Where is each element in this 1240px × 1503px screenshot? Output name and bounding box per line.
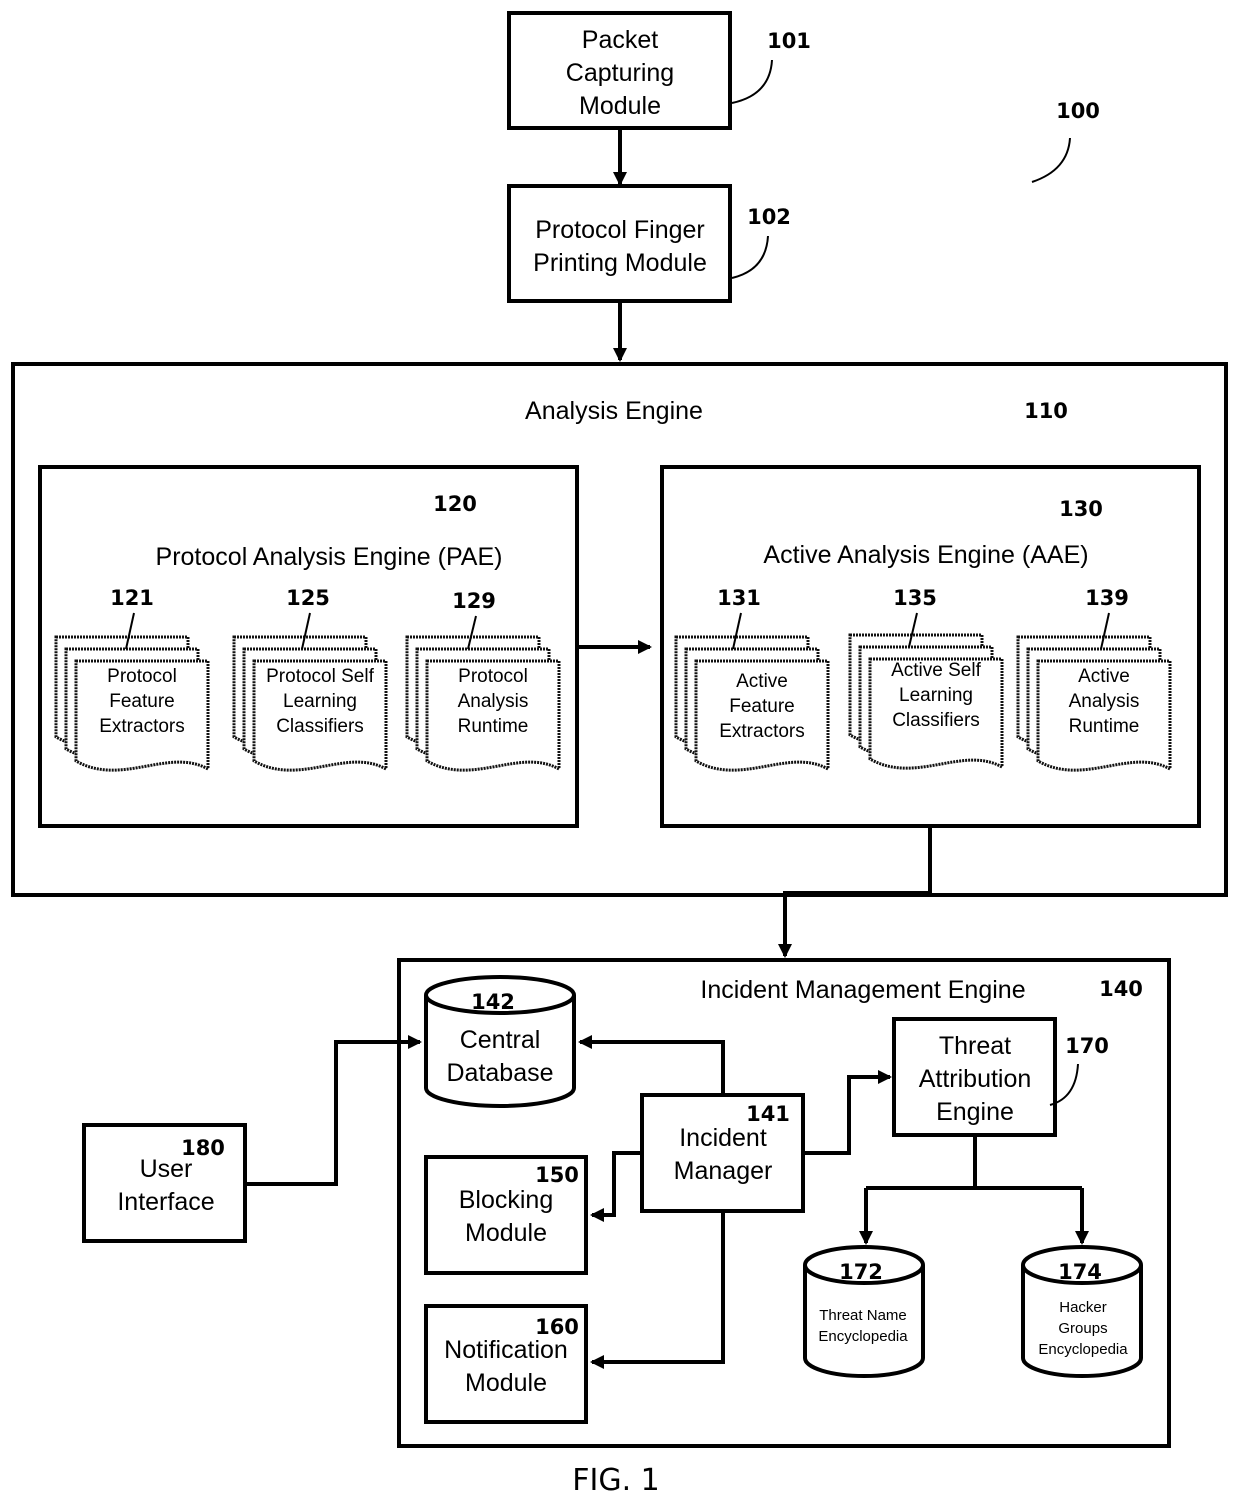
document-label-line: Protocol	[107, 666, 177, 687]
arrow-ui-to-database	[245, 1035, 422, 1186]
fingerprinting-line2: Printing Module	[533, 249, 707, 277]
incident-engine-title: Incident Management Engine	[700, 976, 1025, 1004]
analysis-engine-title: Analysis Engine	[525, 397, 703, 425]
system-reference: 100	[1031, 99, 1100, 183]
hacker-groups-db-line2: Groups	[1058, 1320, 1107, 1337]
document-label-line: Feature	[729, 696, 794, 717]
threat-attribution-engine[interactable]: Threat Attribution Engine	[892, 1017, 1057, 1137]
analysis-engine-ref: 110	[1024, 399, 1068, 423]
incident-manager-line2: Manager	[674, 1157, 773, 1185]
threat-attribution-line3: Engine	[936, 1098, 1014, 1126]
notification-module-line1: Notification	[444, 1336, 568, 1364]
document-ref: 121	[110, 586, 154, 610]
packet-capturing-leader	[731, 59, 773, 104]
hacker-groups-db-line1: Hacker	[1059, 1299, 1107, 1316]
aae-title: Active Analysis Engine (AAE)	[763, 541, 1088, 569]
incident-manager-ref: 141	[746, 1102, 790, 1126]
protocol-fingerprinting-module[interactable]: Protocol Finger Printing Module	[507, 184, 732, 303]
hacker-groups-db-ref: 174	[1058, 1260, 1102, 1284]
packet-capturing-ref: 101	[767, 29, 811, 53]
document-label-line: Classifiers	[276, 716, 364, 737]
pae-ref: 120	[433, 492, 477, 516]
system-diagram: 100 Packet Capturing Module 101 Protocol…	[11, 11, 1228, 1498]
document-ref: 139	[1085, 586, 1129, 610]
packet-capturing-line3: Module	[579, 92, 661, 120]
document-label-line: Protocol Self	[266, 666, 374, 687]
document-label-line: Active	[736, 671, 788, 692]
fingerprinting-ref: 102	[747, 205, 791, 229]
pae-title: Protocol Analysis Engine (PAE)	[156, 543, 503, 571]
document-ref: 135	[893, 586, 937, 610]
system-ref-leader	[1031, 137, 1071, 183]
threat-name-db-ref: 172	[839, 1260, 883, 1284]
threat-name-encyclopedia[interactable]: 172 Threat Name Encyclopedia	[803, 1245, 925, 1378]
threat-attribution-line1: Threat	[939, 1032, 1011, 1060]
document-label-line: Analysis	[458, 691, 529, 712]
central-database-ref: 142	[471, 990, 515, 1014]
hacker-groups-db-line3: Encyclopedia	[1038, 1341, 1128, 1358]
system-ref-label: 100	[1056, 99, 1100, 123]
central-database-line1: Central	[460, 1026, 541, 1054]
document-label-line: Extractors	[99, 716, 185, 737]
fingerprinting-leader	[731, 235, 769, 279]
threat-attribution-ref: 170	[1065, 1034, 1109, 1058]
document-label-line: Runtime	[1069, 716, 1140, 737]
user-interface-line2: Interface	[117, 1188, 214, 1216]
incident-manager-line1: Incident	[679, 1124, 767, 1152]
central-database-line2: Database	[446, 1059, 553, 1087]
document-label-line: Classifiers	[892, 710, 980, 731]
central-database[interactable]: 142 Central Database	[424, 975, 576, 1108]
document-label-line: Learning	[899, 685, 973, 706]
notification-module-line2: Module	[465, 1369, 547, 1397]
figure-label: FIG. 1	[572, 1463, 660, 1498]
document-label-line: Feature	[109, 691, 174, 712]
threat-attribution-line2: Attribution	[919, 1065, 1032, 1093]
fingerprinting-line1: Protocol Finger	[535, 216, 705, 244]
incident-manager[interactable]: 141 Incident Manager	[640, 1093, 805, 1213]
document-label-line: Active Self	[891, 660, 981, 681]
packet-capturing-line1: Packet	[582, 26, 658, 54]
hacker-groups-encyclopedia[interactable]: 174 Hacker Groups Encyclopedia	[1021, 1245, 1143, 1378]
user-interface-line1: User	[140, 1155, 193, 1183]
document-label-line: Learning	[283, 691, 357, 712]
incident-engine-ref: 140	[1099, 977, 1143, 1001]
user-interface[interactable]: 180 User Interface	[82, 1123, 247, 1243]
document-label-line: Analysis	[1069, 691, 1140, 712]
packet-capturing-module[interactable]: Packet Capturing Module	[507, 11, 732, 130]
threat-name-db-line1: Threat Name	[819, 1307, 907, 1324]
aae-ref: 130	[1059, 497, 1103, 521]
document-label-line: Extractors	[719, 721, 805, 742]
document-label-line: Protocol	[458, 666, 528, 687]
packet-capturing-line2: Capturing	[566, 59, 674, 87]
blocking-module-line2: Module	[465, 1219, 547, 1247]
blocking-module-line1: Blocking	[459, 1186, 554, 1214]
blocking-module[interactable]: 150 Blocking Module	[424, 1155, 588, 1275]
document-ref: 129	[452, 589, 496, 613]
document-label-line: Runtime	[458, 716, 529, 737]
document-ref: 131	[717, 586, 761, 610]
notification-module[interactable]: 160 Notification Module	[424, 1304, 588, 1424]
threat-name-db-line2: Encyclopedia	[818, 1328, 908, 1345]
document-ref: 125	[286, 586, 330, 610]
blocking-module-ref: 150	[535, 1163, 579, 1187]
document-label-line: Active	[1078, 666, 1130, 687]
